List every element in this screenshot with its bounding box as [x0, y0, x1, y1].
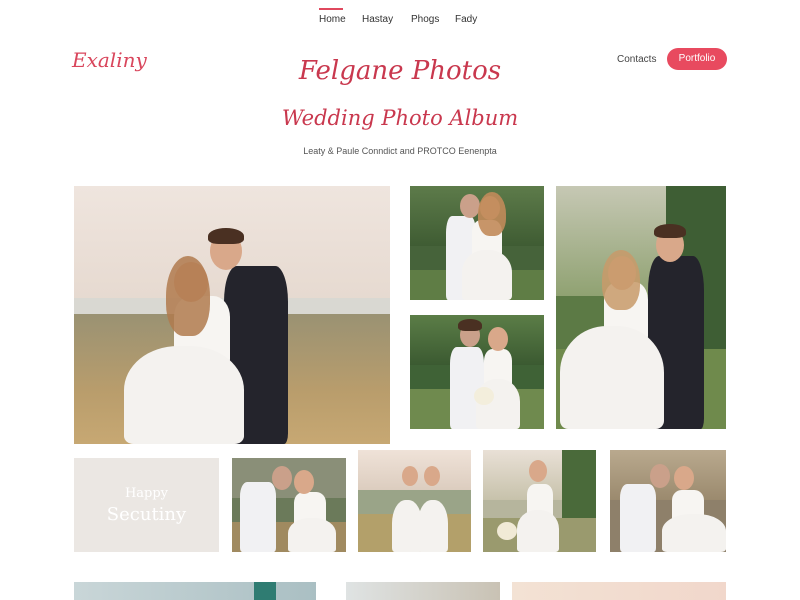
- nav-item-home[interactable]: Home: [319, 14, 346, 25]
- page-title: Felgane Photos: [298, 56, 502, 86]
- photo-partial-left[interactable]: [74, 582, 316, 600]
- contacts-link[interactable]: Contacts: [617, 54, 656, 65]
- photo-couple-forest[interactable]: [556, 186, 726, 429]
- caption-tile: Happy Secutiny: [74, 458, 219, 552]
- photo-couple-close[interactable]: [610, 450, 726, 552]
- photo-couple-smile[interactable]: [232, 458, 346, 552]
- active-nav-indicator: [319, 8, 343, 10]
- caption-line-1: Happy: [124, 486, 169, 501]
- photo-couple-hillside[interactable]: [74, 186, 390, 444]
- nav-item-blogs[interactable]: Phogs: [411, 14, 439, 25]
- nav-item-family[interactable]: Fady: [455, 14, 477, 25]
- brand-logo[interactable]: Exaliny: [72, 48, 147, 72]
- page-description: Leaty & Paule Conndict and PROTCO Eenenp…: [303, 146, 497, 156]
- page-subtitle: Wedding Photo Album: [281, 106, 519, 130]
- caption-line-2: Secutiny: [106, 504, 187, 525]
- top-nav: Home Hastay Phogs Fady: [0, 8, 800, 32]
- photo-couple-garden-embrace[interactable]: [410, 186, 544, 300]
- photo-partial-middle[interactable]: [346, 582, 500, 600]
- nav-item-history[interactable]: Hastay: [362, 14, 393, 25]
- photo-brides-field[interactable]: [358, 450, 471, 552]
- photo-couple-bouquet[interactable]: [410, 315, 544, 429]
- photo-bride-bouquet[interactable]: [483, 450, 596, 552]
- portfolio-button[interactable]: Portfolio: [667, 48, 727, 70]
- photo-partial-right[interactable]: [512, 582, 726, 600]
